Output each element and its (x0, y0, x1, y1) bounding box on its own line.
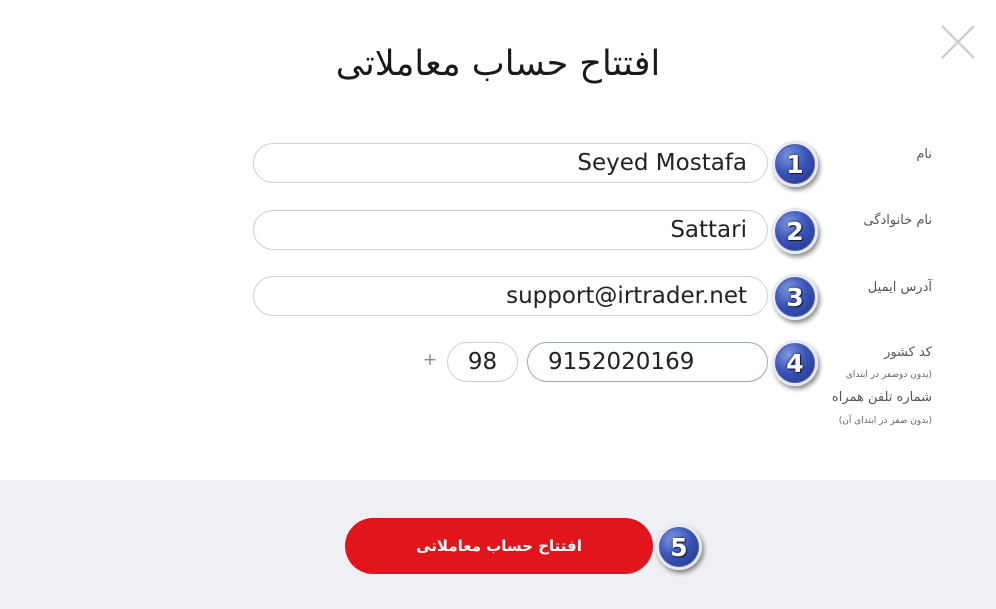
email-input[interactable] (253, 276, 768, 316)
page-title: افتتاح حساب معاملاتی (335, 44, 661, 84)
step-badge-5: 5 (656, 524, 702, 570)
phone-number-input[interactable] (527, 342, 768, 382)
step-badge-3: 3 (772, 274, 818, 320)
country-code-label: کد کشور (884, 345, 932, 360)
step-badge-4: 4 (772, 340, 818, 386)
last-name-input[interactable] (253, 210, 768, 250)
phone-number-hint: (بدون صفر در ابتدای آن) (838, 416, 932, 426)
country-code-input[interactable] (447, 342, 518, 382)
step-badge-2: 2 (772, 208, 818, 254)
first-name-label: نام (916, 147, 932, 162)
phone-number-label: شماره تلفن همراه (831, 390, 932, 405)
step-badge-1: 1 (772, 141, 818, 187)
first-name-input[interactable] (253, 143, 768, 183)
country-code-hint: (بدون دوصفر در ابتدای (845, 370, 932, 380)
plus-sign: + (422, 350, 438, 370)
open-account-button[interactable]: افتتاح حساب معاملاتی (345, 518, 653, 574)
last-name-label: نام خانوادگی (863, 213, 932, 228)
email-label: آدرس ایمیل (867, 280, 932, 295)
